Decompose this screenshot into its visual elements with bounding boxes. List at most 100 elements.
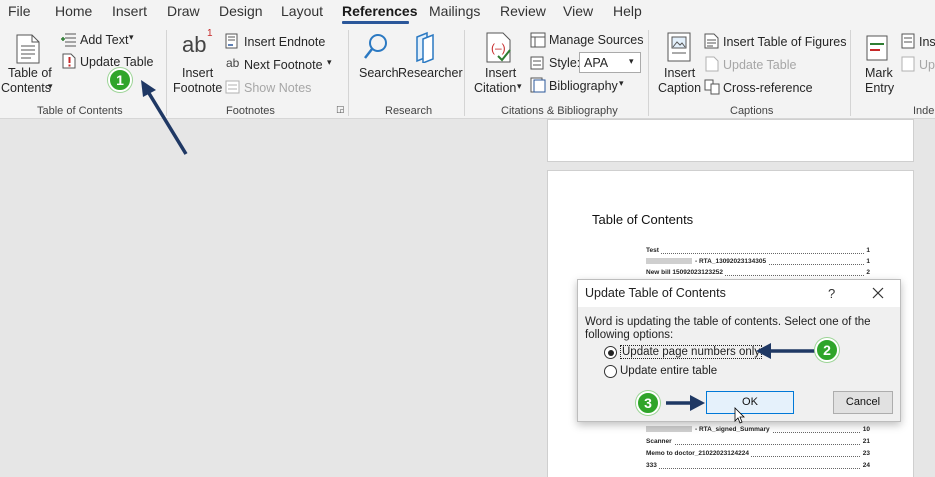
toc-group-label: Table of Contents <box>37 105 123 117</box>
group-divider <box>166 30 167 116</box>
toc-entry-page: 23 <box>860 450 870 457</box>
researcher-icon <box>416 31 434 63</box>
search-icon <box>364 34 387 59</box>
cross-reference-label: Cross-reference <box>723 81 813 95</box>
group-divider <box>850 30 851 116</box>
insert-endnote-label: Insert Endnote <box>244 35 326 49</box>
insert-caption-label-2: Caption <box>658 81 702 95</box>
insert-index-label: Ins <box>919 35 935 49</box>
step-badge-1: 1 <box>108 68 132 92</box>
add-text-label: Add Text <box>80 33 129 47</box>
toc-entry-title: Memo to doctor_21022023124224 <box>646 450 751 457</box>
redacted-text <box>646 426 692 433</box>
tab-insert[interactable]: Insert <box>112 3 147 19</box>
captions-update-table-label: Update Table <box>723 58 797 72</box>
update-index-icon <box>901 56 915 72</box>
ribbon: Table of Contents ▾ Add Text ▾ Update Ta… <box>0 26 935 119</box>
insert-endnote-icon <box>225 33 238 49</box>
tab-mailings[interactable]: Mailings <box>429 3 480 19</box>
mark-entry-icon <box>866 35 888 61</box>
toc-entry-page: 10 <box>860 426 870 433</box>
toc-entry-page: 1 <box>864 258 870 265</box>
help-icon[interactable]: ? <box>828 286 835 301</box>
bibliography-icon <box>530 77 546 93</box>
citations-group-label: Citations & Bibliography <box>501 105 618 117</box>
insert-caption-label-1: Insert <box>664 66 696 80</box>
dialog-message: Word is updating the table of contents. … <box>585 316 871 341</box>
toc-entry-page: 24 <box>860 462 870 469</box>
insert-index-icon <box>901 33 915 49</box>
toc-entry-title: - RTA_13092023134305 <box>695 258 767 265</box>
chevron-down-icon: ▾ <box>327 57 332 67</box>
tab-references[interactable]: References <box>342 3 418 19</box>
cross-reference-icon <box>704 79 720 95</box>
toc-entry-title: Test <box>646 247 661 254</box>
toc-button-label-2: Contents <box>1 81 52 95</box>
insert-citation-icon: (–) <box>486 32 511 63</box>
radio-entire-table-label: Update entire table <box>620 365 718 377</box>
close-icon[interactable] <box>870 285 886 301</box>
group-divider <box>348 30 349 116</box>
show-notes-label: Show Notes <box>244 81 312 95</box>
style-label: Style: <box>549 56 581 70</box>
tab-help[interactable]: Help <box>613 3 642 19</box>
manage-sources-icon <box>530 32 546 48</box>
tab-draw[interactable]: Draw <box>167 3 200 19</box>
tab-review[interactable]: Review <box>500 3 546 19</box>
footnotes-group-label: Footnotes <box>226 105 275 117</box>
update-toc-dialog: Update Table of Contents ? Word is updat… <box>577 279 901 422</box>
dialog-titlebar[interactable]: Update Table of Contents ? <box>578 280 900 307</box>
captions-group-label: Captions <box>730 105 774 117</box>
toc-entry-page: 1 <box>864 247 870 254</box>
manage-sources-label: Manage Sources <box>549 33 644 47</box>
toc-entry-page: 21 <box>860 438 870 445</box>
tab-file[interactable]: File <box>8 3 31 19</box>
search-label: Search <box>359 66 399 80</box>
radio-button[interactable] <box>604 365 617 378</box>
research-group-label: Research <box>385 105 433 117</box>
tab-design[interactable]: Design <box>219 3 263 19</box>
radio-button-checked[interactable] <box>604 346 617 359</box>
insert-citation-label-2: Citation <box>474 81 517 95</box>
style-dropdown-value: APA <box>584 56 609 70</box>
tab-home[interactable]: Home <box>55 3 92 19</box>
show-notes-icon <box>225 80 240 94</box>
document-page-previous[interactable] <box>547 119 914 162</box>
insert-citation-label-1: Insert <box>485 66 517 80</box>
insert-footnote-label-1: Insert <box>182 66 214 80</box>
next-footnote-label: Next Footnote <box>244 58 323 72</box>
tab-layout[interactable]: Layout <box>281 3 323 19</box>
chevron-down-icon: ▾ <box>129 32 134 42</box>
dialog-title: Update Table of Contents <box>585 286 726 300</box>
tab-view[interactable]: View <box>563 3 593 19</box>
index-group-label: Inde <box>913 105 935 117</box>
footnote-icon: ab <box>182 32 207 57</box>
ok-button[interactable]: OK <box>706 391 794 414</box>
cancel-button[interactable]: Cancel <box>833 391 893 414</box>
style-dropdown[interactable]: APA ▾ <box>579 52 641 73</box>
toc-button-label-1: Table of <box>8 66 52 80</box>
next-footnote-icon: ab <box>226 56 240 70</box>
update-index-label: Up <box>919 58 935 72</box>
bibliography-label: Bibliography <box>549 79 618 93</box>
toc-entry: 333 24 <box>646 462 870 472</box>
toc-entry: New bill 15092023123252 2 <box>646 269 870 279</box>
redacted-text <box>646 258 692 265</box>
svg-text:(–): (–) <box>491 41 506 55</box>
toc-entry-title: 333 <box>646 462 659 469</box>
toc-entry-title: - RTA_signed_Summary <box>695 426 770 433</box>
toc-entry: - RTA_13092023134305 1 <box>646 258 870 268</box>
active-tab-indicator <box>342 21 409 24</box>
chevron-down-icon: ▾ <box>629 56 634 66</box>
toc-entry: - RTA_signed_Summary 10 <box>646 426 870 436</box>
table-of-figures-icon <box>704 33 719 49</box>
toc-entry: Test 1 <box>646 247 870 257</box>
toc-document-icon <box>16 34 40 64</box>
insert-caption-icon <box>667 32 691 62</box>
ribbon-tab-bar: File Home Insert Draw Design Layout Refe… <box>0 0 935 26</box>
step-badge-2: 2 <box>815 338 839 362</box>
insert-footnote-label-2: Footnote <box>173 81 223 95</box>
toc-entry: Scanner 21 <box>646 438 870 448</box>
mark-entry-label-2: Entry <box>865 81 895 95</box>
dialog-launcher-icon[interactable]: ◲ <box>336 104 345 115</box>
